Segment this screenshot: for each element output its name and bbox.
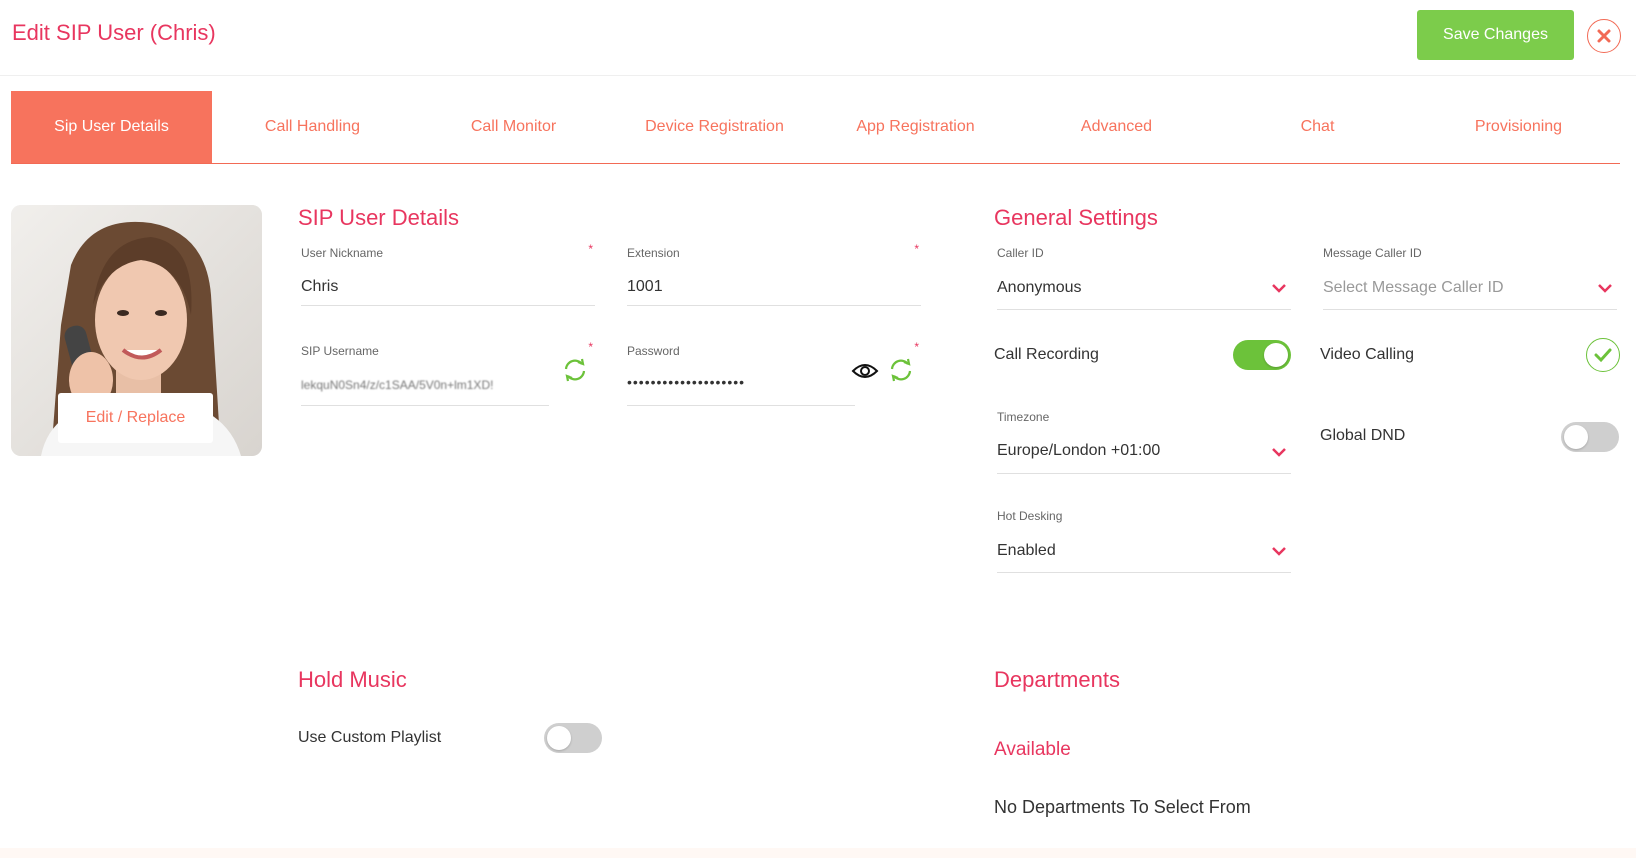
- field-underline: [627, 405, 855, 406]
- caller-id-label: Caller ID: [997, 246, 1044, 260]
- extension-field[interactable]: Extension * 1001: [627, 242, 921, 306]
- field-underline: [627, 305, 921, 306]
- field-underline: [1323, 309, 1617, 310]
- extension-input[interactable]: 1001: [627, 278, 663, 296]
- toggle-knob: [1564, 425, 1588, 449]
- required-mark: *: [914, 340, 919, 354]
- password-field[interactable]: Password * ••••••••••••••••••••: [627, 340, 921, 406]
- message-caller-id-select[interactable]: Message Caller ID Select Message Caller …: [1323, 246, 1617, 310]
- video-calling-label: Video Calling: [1320, 346, 1414, 363]
- save-changes-button[interactable]: Save Changes: [1417, 10, 1574, 60]
- toggle-knob: [1264, 343, 1288, 367]
- call-recording-toggle[interactable]: [1233, 340, 1291, 370]
- password-label: Password: [627, 344, 680, 358]
- regenerate-icon[interactable]: [561, 356, 589, 384]
- check-icon: [1594, 348, 1612, 363]
- message-caller-id-placeholder: Select Message Caller ID: [1323, 279, 1504, 296]
- user-nickname-field[interactable]: User Nickname * Chris: [301, 242, 595, 306]
- call-recording-label: Call Recording: [994, 346, 1099, 363]
- required-mark: *: [588, 242, 593, 256]
- field-underline: [997, 572, 1291, 573]
- page-header: Edit SIP User (Chris) Save Changes: [0, 0, 1636, 76]
- close-button[interactable]: [1587, 19, 1621, 53]
- sip-username-label: SIP Username: [301, 344, 379, 358]
- video-calling-check[interactable]: [1586, 338, 1620, 372]
- sip-username-field[interactable]: SIP Username * lekquN0Sn4/z/c1SAA/5V0n+l…: [301, 340, 595, 406]
- hot-desking-label: Hot Desking: [997, 509, 1063, 523]
- page-title: Edit SIP User (Chris): [12, 20, 216, 45]
- close-icon: [1597, 29, 1611, 43]
- hot-desking-select[interactable]: Hot Desking Enabled: [997, 509, 1291, 573]
- tab-call-handling[interactable]: Call Handling: [212, 91, 413, 163]
- password-input[interactable]: ••••••••••••••••••••: [627, 374, 745, 390]
- chevron-down-icon: [1272, 284, 1286, 293]
- user-nickname-input[interactable]: Chris: [301, 278, 338, 296]
- use-custom-playlist-toggle[interactable]: [544, 723, 602, 753]
- tab-bar: Sip User Details Call Handling Call Moni…: [11, 91, 1620, 164]
- timezone-select[interactable]: Timezone Europe/London +01:00: [997, 410, 1291, 474]
- tab-sip-user-details[interactable]: Sip User Details: [11, 91, 212, 163]
- avatar: Edit / Replace: [11, 205, 262, 456]
- global-dnd-toggle[interactable]: [1561, 422, 1619, 452]
- use-custom-playlist-label: Use Custom Playlist: [298, 729, 442, 746]
- field-underline: [301, 405, 549, 406]
- chevron-down-icon: [1598, 284, 1612, 293]
- tab-call-monitor[interactable]: Call Monitor: [413, 91, 614, 163]
- field-underline: [997, 473, 1291, 474]
- tab-device-registration[interactable]: Device Registration: [614, 91, 815, 163]
- regenerate-icon[interactable]: [887, 356, 915, 384]
- footer-strip: [0, 848, 1636, 858]
- no-departments-text: No Departments To Select From: [994, 797, 1251, 817]
- sip-username-input[interactable]: lekquN0Sn4/z/c1SAA/5V0n+lm1XD!: [301, 378, 547, 392]
- hot-desking-value: Enabled: [997, 542, 1056, 559]
- eye-icon[interactable]: [851, 360, 879, 382]
- toggle-knob: [547, 726, 571, 750]
- chevron-down-icon: [1272, 448, 1286, 457]
- timezone-label: Timezone: [997, 410, 1050, 424]
- edit-replace-button[interactable]: Edit / Replace: [58, 393, 213, 443]
- required-mark: *: [914, 242, 919, 256]
- timezone-value: Europe/London +01:00: [997, 442, 1161, 459]
- tab-app-registration[interactable]: App Registration: [815, 91, 1016, 163]
- field-underline: [301, 305, 595, 306]
- chevron-down-icon: [1272, 547, 1286, 556]
- departments-title: Departments: [994, 667, 1120, 692]
- tab-provisioning[interactable]: Provisioning: [1418, 91, 1619, 163]
- extension-label: Extension: [627, 246, 680, 260]
- available-label: Available: [994, 739, 1071, 760]
- global-dnd-label: Global DND: [1320, 427, 1406, 444]
- caller-id-select[interactable]: Caller ID Anonymous: [997, 246, 1291, 310]
- user-nickname-label: User Nickname: [301, 246, 384, 260]
- required-mark: *: [588, 340, 593, 354]
- tab-advanced[interactable]: Advanced: [1016, 91, 1217, 163]
- sip-user-details-title: SIP User Details: [298, 205, 459, 230]
- field-underline: [997, 309, 1291, 310]
- hold-music-title: Hold Music: [298, 667, 407, 692]
- caller-id-value: Anonymous: [997, 279, 1082, 296]
- general-settings-title: General Settings: [994, 205, 1158, 230]
- message-caller-id-label: Message Caller ID: [1323, 246, 1422, 260]
- tab-chat[interactable]: Chat: [1217, 91, 1418, 163]
